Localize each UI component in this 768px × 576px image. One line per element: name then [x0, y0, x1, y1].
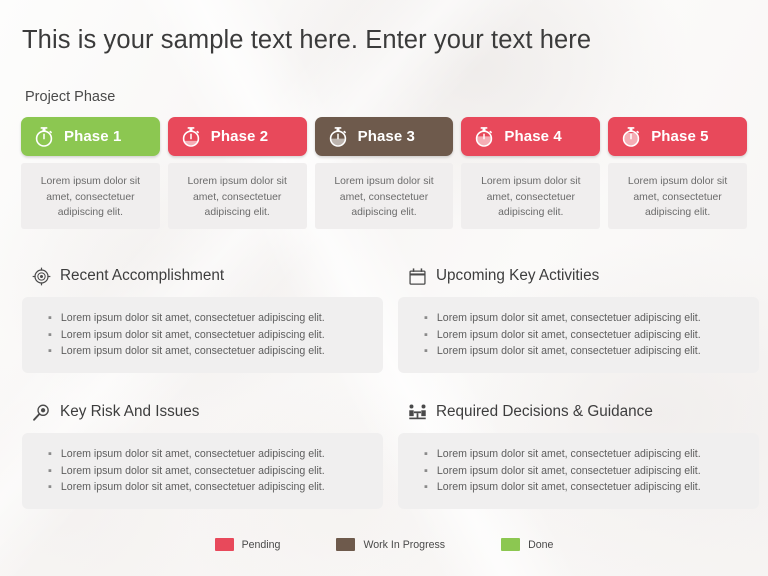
legend-swatch [501, 538, 521, 551]
stopwatch-icon [326, 125, 350, 149]
bullet-icon: ▪ [48, 312, 52, 324]
list-item: ▪ Lorem ipsum dolor sit amet, consectetue… [48, 463, 369, 480]
section-header: Upcoming Key Activities [398, 263, 759, 289]
section-header: Key Risk And Issues [22, 399, 383, 425]
phase-pill[interactable]: Phase 4 [461, 117, 601, 156]
list-item-text: Lorem ipsum dolor sit amet, consectetuer… [436, 312, 701, 324]
section-upcoming-key-activities: Upcoming Key Activities ▪ Lorem ipsum dol… [398, 263, 759, 373]
legend-label: Pending [241, 538, 281, 551]
list-item-text: Lorem ipsum dolor sit amet, consectetuer… [60, 328, 325, 341]
list-item-text: Lorem ipsum dolor sit amet, consectetuer… [436, 464, 701, 477]
legend-item: Work In Progress [336, 538, 445, 551]
list-item: ▪ Lorem ipsum dolor sit amet, consectetue… [424, 463, 745, 480]
list-item-text: Lorem ipsum dolor sit amet, consectetuer… [60, 448, 325, 460]
bullet-panel: ▪ Lorem ipsum dolor sit amet, consectetue… [22, 297, 383, 373]
list-item: ▪ Lorem ipsum dolor sit amet, consectetue… [424, 310, 745, 327]
bullet-panel: ▪ Lorem ipsum dolor sit amet, consectetue… [22, 433, 383, 509]
bullet-panel: ▪ Lorem ipsum dolor sit amet, consectetue… [398, 433, 759, 509]
list-item-text: Lorem ipsum dolor sit amet, consectetuer… [436, 345, 701, 357]
phase-card[interactable]: Phase 5 Lorem ipsum dolor sit amet, conse… [608, 117, 747, 229]
stopwatch-icon [32, 125, 56, 149]
list-item: ▪ Lorem ipsum dolor sit amet, consectetue… [424, 446, 745, 463]
list-item-text: Lorem ipsum dolor sit amet, consectetuer… [60, 481, 325, 493]
list-item: ▪ Lorem ipsum dolor sit amet, consectetue… [48, 479, 369, 496]
phase-pill[interactable]: Phase 2 [167, 117, 307, 156]
phase-card[interactable]: Phase 4 Lorem ipsum dolor sit amet, conse… [461, 117, 601, 229]
phase-label: Phase 5 [651, 128, 709, 145]
list-item-text: Lorem ipsum dolor sit amet, consectetuer… [60, 345, 325, 357]
bullet-icon: ▪ [424, 328, 428, 341]
section-header: Recent Accomplishment [22, 263, 383, 289]
section-header: Required Decisions & Guidance [398, 399, 759, 425]
phase-description: Lorem ipsum dolor sit amet, consectetuer… [167, 163, 307, 229]
section-title: Required Decisions & Guidance [436, 403, 653, 420]
bullet-icon: ▪ [48, 345, 52, 357]
slide-content: This is your sample text here. Enter you… [0, 0, 768, 576]
phase-label: Phase 2 [210, 128, 269, 145]
phase-label: Phase 3 [357, 128, 415, 145]
list-item-text: Lorem ipsum dolor sit amet, consectetuer… [436, 481, 701, 493]
phase-strip: Phase 1 Lorem ipsum dolor sit amet, conse… [21, 117, 747, 229]
section-title: Recent Accomplishment [60, 267, 225, 284]
section-title: Upcoming Key Activities [436, 267, 600, 284]
status-legend: Pending Work In Progress Done [0, 538, 768, 551]
list-item: ▪ Lorem ipsum dolor sit amet, consectetue… [48, 327, 369, 344]
phase-pill[interactable]: Phase 3 [314, 117, 454, 156]
legend-label: Done [528, 538, 554, 551]
phase-label: Phase 1 [64, 128, 122, 145]
phase-description: Lorem ipsum dolor sit amet, consectetuer… [461, 163, 601, 229]
legend-label: Work In Progress [363, 538, 446, 551]
bullet-icon: ▪ [424, 345, 428, 357]
project-phase-label: Project Phase [25, 89, 116, 105]
bullet-icon: ▪ [424, 464, 428, 477]
stopwatch-icon [472, 125, 496, 149]
calendar-icon [408, 267, 427, 286]
list-item: ▪ Lorem ipsum dolor sit amet, consectetue… [424, 327, 745, 344]
bullet-icon: ▪ [424, 481, 428, 493]
bullet-icon: ▪ [424, 312, 428, 324]
legend-swatch [336, 538, 356, 551]
bullet-icon: ▪ [48, 481, 52, 493]
phase-card[interactable]: Phase 1 Lorem ipsum dolor sit amet, conse… [21, 117, 160, 229]
list-item: ▪ Lorem ipsum dolor sit amet, consectetue… [424, 479, 745, 496]
list-item-text: Lorem ipsum dolor sit amet, consectetuer… [436, 448, 701, 460]
legend-swatch [214, 538, 234, 551]
list-item-text: Lorem ipsum dolor sit amet, consectetuer… [436, 328, 701, 341]
bullet-icon: ▪ [48, 464, 52, 477]
phase-pill[interactable]: Phase 5 [608, 117, 747, 156]
phase-card[interactable]: Phase 2 Lorem ipsum dolor sit amet, conse… [167, 117, 307, 229]
bullet-panel: ▪ Lorem ipsum dolor sit amet, consectetue… [398, 297, 759, 373]
phase-description: Lorem ipsum dolor sit amet, consectetuer… [314, 163, 454, 229]
list-item: ▪ Lorem ipsum dolor sit amet, consectetue… [424, 343, 745, 360]
bullet-icon: ▪ [424, 448, 428, 460]
section-title: Key Risk And Issues [60, 403, 200, 420]
target-icon [32, 267, 51, 286]
meeting-icon [408, 403, 427, 422]
list-item: ▪ Lorem ipsum dolor sit amet, consectetue… [48, 446, 369, 463]
phase-label: Phase 4 [504, 128, 562, 145]
section-key-risk-and-issues: Key Risk And Issues ▪ Lorem ipsum dolor s… [22, 399, 383, 509]
phase-description: Lorem ipsum dolor sit amet, consectetuer… [608, 163, 747, 229]
stopwatch-icon [179, 125, 203, 149]
magnifier-icon [32, 403, 51, 422]
phase-description: Lorem ipsum dolor sit amet, consectetuer… [21, 163, 160, 229]
legend-item: Pending [214, 538, 281, 551]
section-recent-accomplishment: Recent Accomplishment ▪ Lorem ipsum dolor… [22, 263, 383, 373]
phase-card[interactable]: Phase 3 Lorem ipsum dolor sit amet, conse… [314, 117, 454, 229]
section-required-decisions-guidance: Required Decisions & Guidance ▪ Lorem ips… [398, 399, 759, 509]
bullet-icon: ▪ [48, 448, 52, 460]
list-item-text: Lorem ipsum dolor sit amet, consectetuer… [60, 312, 325, 324]
bullet-icon: ▪ [48, 328, 52, 341]
list-item-text: Lorem ipsum dolor sit amet, consectetuer… [60, 464, 325, 477]
page-title: This is your sample text here. Enter you… [22, 26, 592, 54]
list-item: ▪ Lorem ipsum dolor sit amet, consectetue… [48, 343, 369, 360]
stopwatch-icon [619, 125, 643, 149]
phase-pill[interactable]: Phase 1 [21, 117, 160, 156]
list-item: ▪ Lorem ipsum dolor sit amet, consectetue… [48, 310, 369, 327]
legend-item: Done [501, 538, 553, 551]
